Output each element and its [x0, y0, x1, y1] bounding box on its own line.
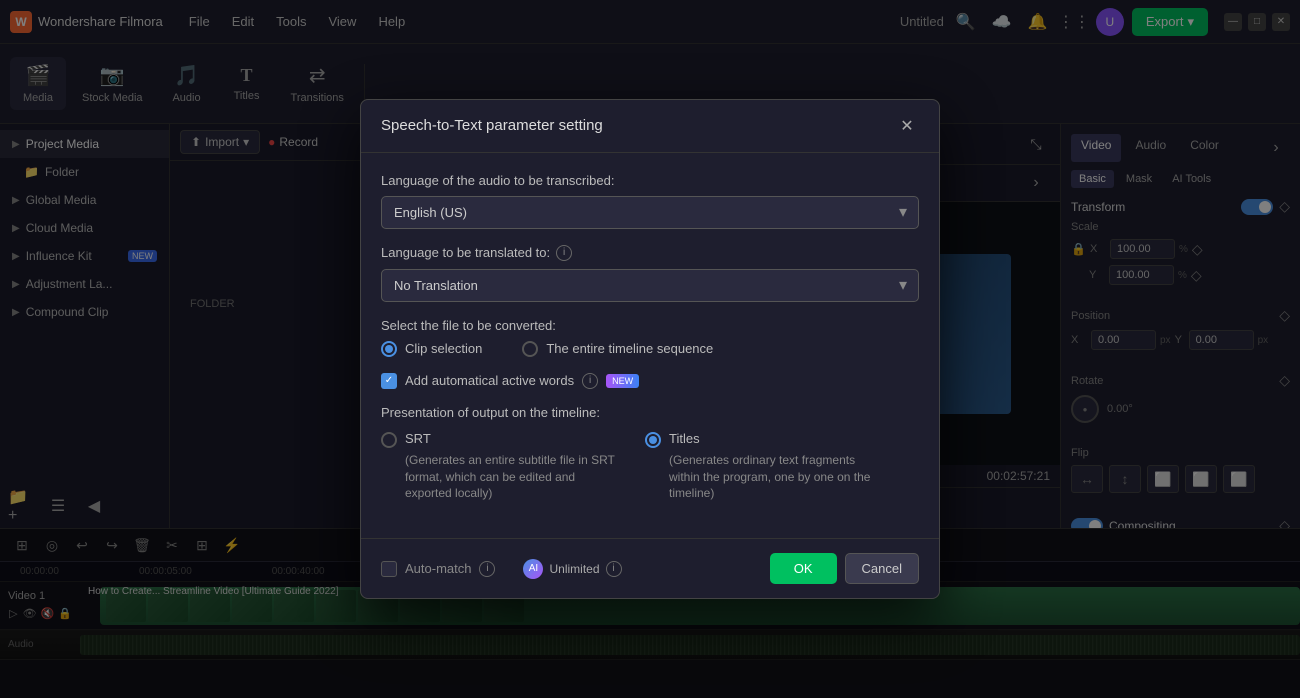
automatch-info-icon[interactable]: i — [479, 561, 495, 577]
automatch-checkbox[interactable] — [381, 561, 397, 577]
srt-titles-row: SRT (Generates an entire subtitle file i… — [381, 430, 919, 503]
srt-option-content: SRT (Generates an entire subtitle file i… — [405, 430, 625, 503]
unlimited-info-icon[interactable]: i — [606, 561, 622, 577]
file-select-label: Select the file to be converted: — [381, 318, 919, 333]
check-icon: ✓ — [385, 375, 393, 386]
dialog-overlay: Speech-to-Text parameter setting ✕ Langu… — [0, 0, 1300, 698]
cancel-button[interactable]: Cancel — [845, 553, 919, 584]
unlimited-row: AI Unlimited i — [523, 559, 621, 579]
radio-clip-selection[interactable]: Clip selection — [381, 341, 482, 357]
dialog-title: Speech-to-Text parameter setting — [381, 117, 603, 134]
titles-option[interactable]: Titles (Generates ordinary text fragment… — [645, 430, 889, 503]
dialog-footer: Auto-match i AI Unlimited i OK Cancel — [361, 538, 939, 598]
footer-right: OK Cancel — [770, 553, 919, 584]
translate-info-icon[interactable]: i — [556, 245, 572, 261]
radio-entire-timeline[interactable]: The entire timeline sequence — [522, 341, 713, 357]
new-badge-words: NEW — [606, 374, 639, 388]
srt-option[interactable]: SRT (Generates an entire subtitle file i… — [381, 430, 625, 503]
dialog-header: Speech-to-Text parameter setting ✕ — [361, 100, 939, 153]
file-radio-group: Clip selection The entire timeline seque… — [381, 341, 919, 357]
output-section-label: Presentation of output on the timeline: — [381, 405, 919, 420]
speech-to-text-dialog: Speech-to-Text parameter setting ✕ Langu… — [360, 99, 940, 600]
add-words-checkbox[interactable]: ✓ — [381, 373, 397, 389]
srt-radio-circle — [381, 432, 397, 448]
translate-lang-label: Language to be translated to: — [381, 245, 550, 260]
ai-icon: AI — [523, 559, 543, 579]
automatch-row: Auto-match i — [381, 561, 495, 577]
dialog-body: Language of the audio to be transcribed:… — [361, 153, 939, 539]
radio-circle-clip — [381, 341, 397, 357]
add-words-row: ✓ Add automatical active words i NEW — [381, 373, 919, 389]
titles-radio-circle — [645, 432, 661, 448]
dialog-close-button[interactable]: ✕ — [895, 114, 919, 138]
ok-button[interactable]: OK — [770, 553, 837, 584]
audio-lang-label: Language of the audio to be transcribed: — [381, 173, 919, 188]
translate-lang-label-row: Language to be translated to: i — [381, 245, 919, 261]
footer-left: Auto-match i AI Unlimited i — [381, 559, 622, 579]
translate-lang-wrapper: No Translation — [381, 269, 919, 302]
translate-lang-select[interactable]: No Translation — [381, 269, 919, 302]
audio-lang-select[interactable]: English (US) — [381, 196, 919, 229]
radio-circle-timeline — [522, 341, 538, 357]
audio-lang-wrapper: English (US) — [381, 196, 919, 229]
add-words-info-icon[interactable]: i — [582, 373, 598, 389]
titles-option-content: Titles (Generates ordinary text fragment… — [669, 430, 889, 503]
